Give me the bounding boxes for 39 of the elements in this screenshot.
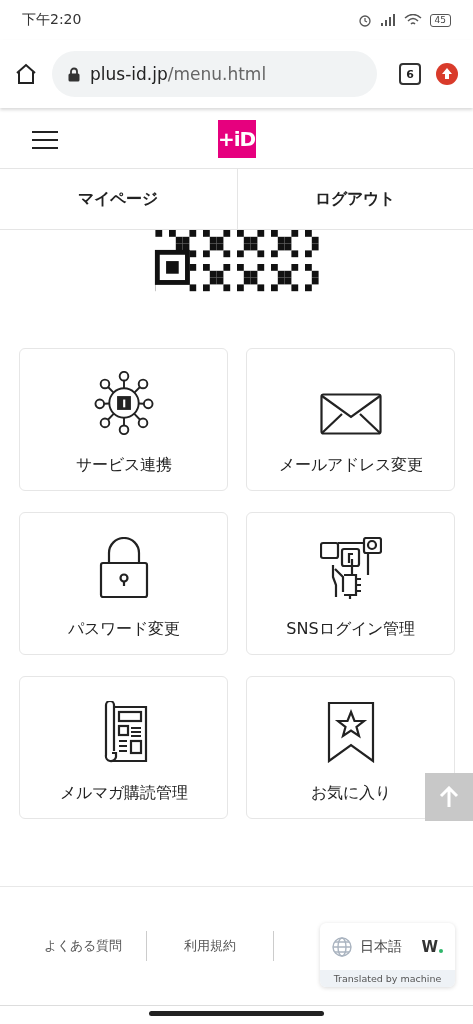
signal-icon bbox=[379, 14, 396, 26]
tab-count[interactable]: 6 bbox=[399, 63, 421, 85]
menu-card[interactable]: メルマガ購読管理 bbox=[19, 676, 228, 819]
translation-note: Translated by machine bbox=[320, 970, 455, 987]
card-label: SNSログイン管理 bbox=[286, 619, 415, 640]
wifi-icon bbox=[403, 13, 422, 27]
language-widget[interactable]: 日本語 W Translated by machine bbox=[320, 923, 455, 987]
card-label: メルマガ購読管理 bbox=[59, 783, 188, 804]
card-label: メールアドレス変更 bbox=[278, 455, 423, 476]
menu-card[interactable]: SNSログイン管理 bbox=[246, 512, 455, 655]
card-label: パスワード変更 bbox=[67, 619, 180, 640]
nav-link[interactable]: ログアウト bbox=[236, 169, 473, 229]
footer-link[interactable]: よくある質問 bbox=[20, 937, 146, 955]
card-label: サービス連携 bbox=[75, 455, 172, 476]
menu-card[interactable]: メールアドレス変更 bbox=[246, 348, 455, 491]
arrow-up-icon bbox=[439, 786, 459, 808]
globe-icon bbox=[332, 936, 352, 957]
menu-card[interactable]: パスワード変更 bbox=[19, 512, 228, 655]
brand-logo: W bbox=[421, 937, 443, 956]
alarm-icon bbox=[357, 13, 372, 27]
menu-icon[interactable] bbox=[32, 131, 58, 149]
menu-card[interactable]: サービス連携 bbox=[19, 348, 228, 491]
card-label: お気に入り bbox=[310, 783, 391, 804]
url-text: plus-id.jp/menu.html bbox=[90, 64, 267, 84]
nav-link[interactable]: マイページ bbox=[0, 169, 237, 229]
bookmark-star-icon bbox=[326, 701, 375, 763]
address-bar[interactable]: plus-id.jp/menu.html bbox=[52, 51, 377, 97]
site-logo[interactable]: +iD bbox=[217, 120, 256, 158]
status-time: 下午2:20 bbox=[22, 11, 82, 29]
lock-icon bbox=[68, 66, 80, 82]
battery-level: 45 bbox=[429, 13, 451, 27]
padlock-icon bbox=[98, 537, 149, 599]
menu-card[interactable]: お気に入り bbox=[246, 676, 455, 819]
footer-link[interactable]: 利用規約 bbox=[147, 937, 273, 955]
upload-icon[interactable] bbox=[435, 62, 459, 86]
envelope-icon bbox=[319, 393, 382, 435]
language-label: 日本語 bbox=[360, 937, 403, 956]
hand-holding-social-icons-drawing bbox=[319, 537, 382, 599]
home-icon[interactable] bbox=[14, 62, 38, 86]
